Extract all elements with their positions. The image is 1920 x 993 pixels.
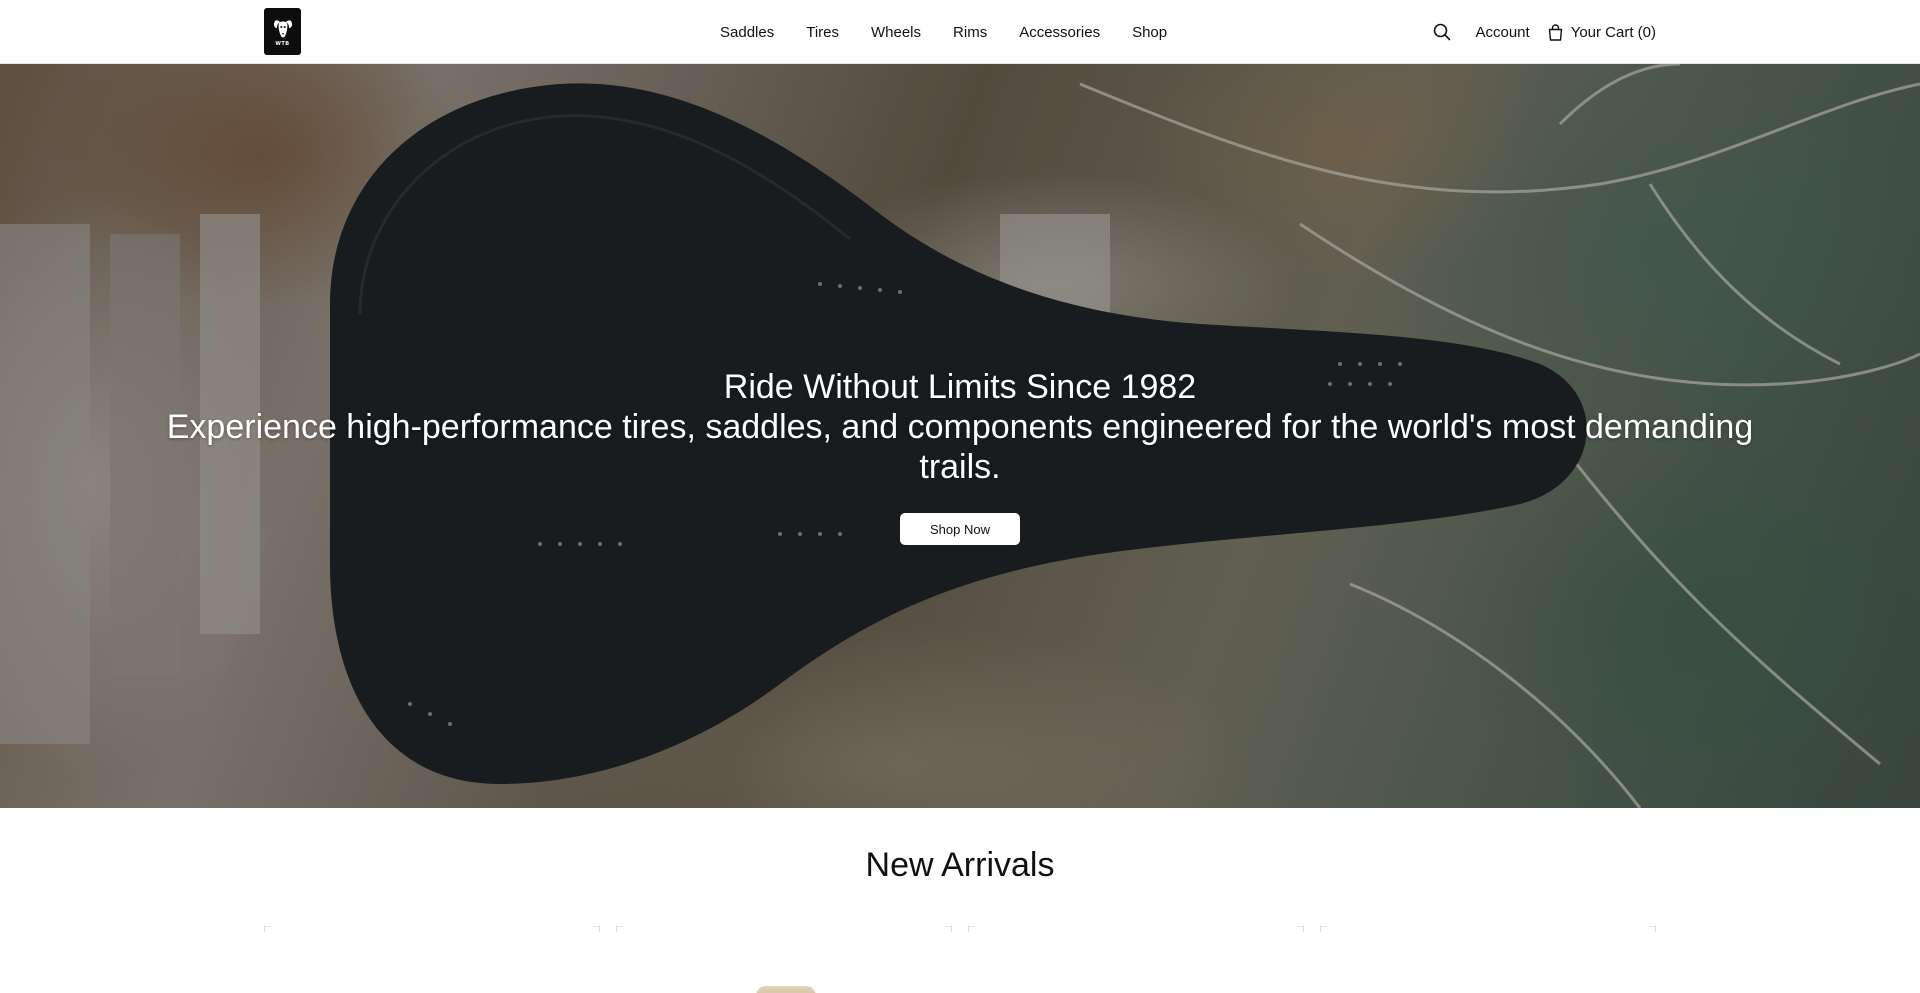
brand-logo[interactable]: WTB (264, 8, 301, 55)
hero-banner: Ride Without Limits Since 1982 Experienc… (0, 64, 1920, 808)
logo-wordmark: WTB (275, 41, 290, 47)
nav-link-saddles[interactable]: Saddles (720, 24, 774, 41)
hero-subtitle: Experience high-performance tires, saddl… (166, 408, 1754, 486)
nav-link-accessories[interactable]: Accessories (1019, 24, 1100, 41)
card-corner (594, 926, 600, 932)
nav-link-wheels[interactable]: Wheels (871, 24, 921, 41)
ram-head-icon (273, 20, 292, 38)
new-arrivals-grid (264, 926, 1656, 993)
cart-label: Your Cart (0) (1570, 23, 1656, 41)
product-image (756, 986, 816, 993)
search-icon (1434, 23, 1451, 41)
shopping-bag-icon (1548, 23, 1563, 41)
product-card[interactable] (264, 926, 600, 993)
card-corner (1298, 926, 1304, 932)
shop-now-button[interactable]: Shop Now (900, 513, 1020, 545)
card-corner (1320, 926, 1326, 932)
product-card[interactable] (968, 926, 1304, 993)
card-corner (946, 926, 952, 932)
product-card[interactable] (1320, 926, 1656, 993)
cart-link[interactable]: Your Cart (0) (1548, 24, 1656, 41)
card-corner (264, 926, 270, 932)
card-corner (968, 926, 974, 932)
nav-link-tires[interactable]: Tires (806, 24, 839, 41)
product-card[interactable] (616, 926, 952, 993)
site-header: WTB Saddles Tires Wheels Rims Accessorie… (0, 0, 1920, 64)
header-tools: Account Your Cart (0) (1433, 0, 1656, 64)
main-nav: Saddles Tires Wheels Rims Accessories Sh… (720, 0, 1167, 64)
nav-link-shop[interactable]: Shop (1132, 24, 1167, 41)
card-corner (616, 926, 622, 932)
hero-title: Ride Without Limits Since 1982 (723, 368, 1197, 406)
account-link[interactable]: Account (1475, 24, 1529, 41)
search-button[interactable] (1433, 21, 1455, 43)
nav-link-rims[interactable]: Rims (953, 24, 987, 41)
hero-content: Ride Without Limits Since 1982 Experienc… (0, 64, 1920, 808)
card-corner (1650, 926, 1656, 932)
new-arrivals-title: New Arrivals (865, 846, 1055, 884)
